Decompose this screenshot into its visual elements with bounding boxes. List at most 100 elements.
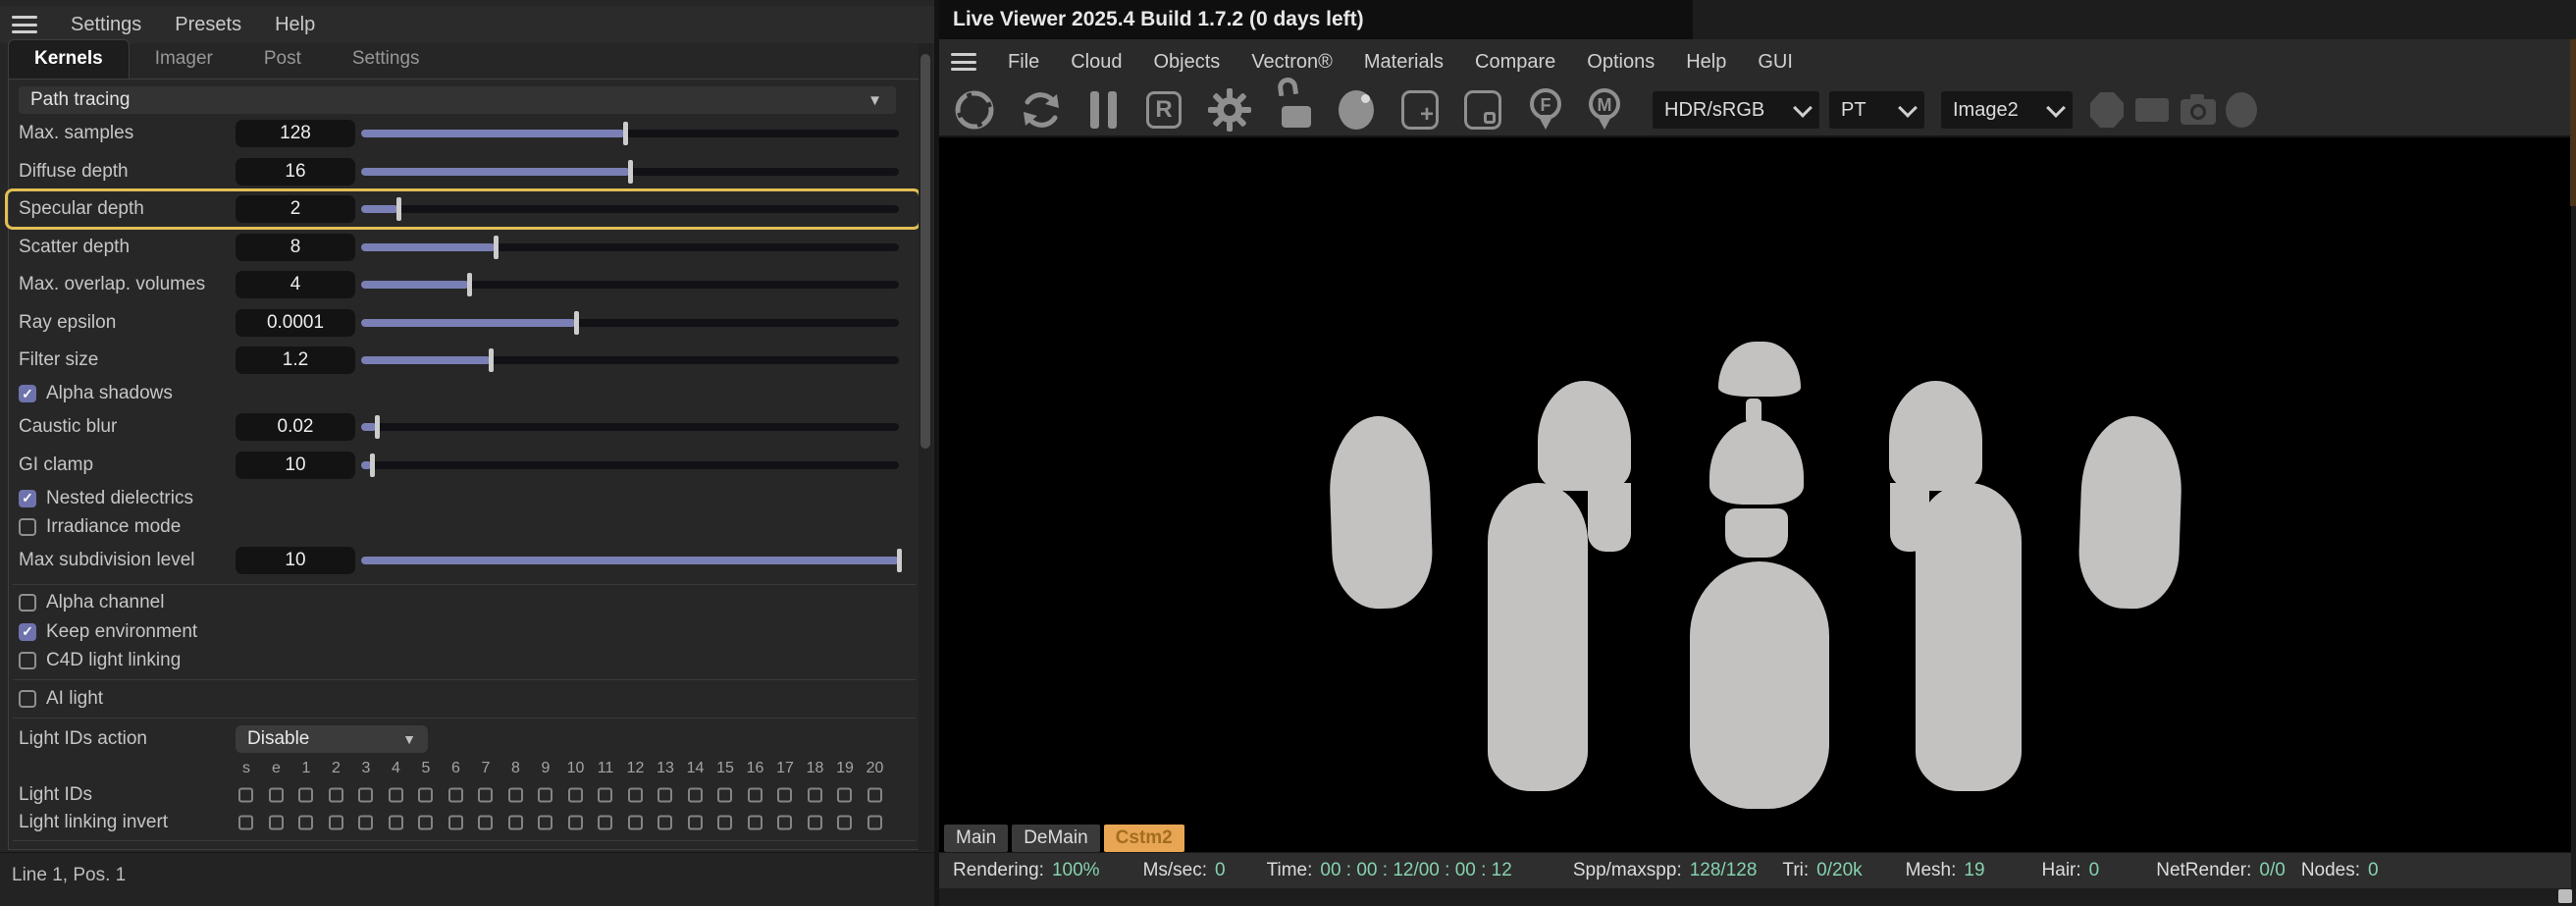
checkbox-light-linking-invert-8[interactable] bbox=[507, 815, 523, 829]
checkbox-c4d-light-linking[interactable] bbox=[19, 652, 36, 670]
checkbox-light-linking-invert-20[interactable] bbox=[867, 815, 882, 829]
param-value-field[interactable]: 8 bbox=[236, 233, 355, 261]
param-value-field[interactable]: 0.02 bbox=[236, 413, 355, 442]
checkbox-light-ids-7[interactable] bbox=[478, 787, 493, 802]
slider-handle[interactable] bbox=[396, 197, 402, 222]
checkbox-light-linking-invert-6[interactable] bbox=[447, 815, 463, 829]
checkbox-light-ids-11[interactable] bbox=[598, 787, 612, 802]
param-slider[interactable] bbox=[361, 549, 902, 573]
checkbox-light-ids-18[interactable] bbox=[807, 787, 822, 802]
checkbox-light-linking-invert-12[interactable] bbox=[627, 815, 643, 829]
tab-imager[interactable]: Imager bbox=[130, 40, 238, 79]
checkbox-light-linking-invert-18[interactable] bbox=[807, 815, 822, 829]
param-slider[interactable] bbox=[361, 273, 899, 297]
viewer-menu-options[interactable]: Options bbox=[1587, 51, 1655, 74]
tab-kernels[interactable]: Kernels bbox=[8, 39, 130, 79]
slider-handle[interactable] bbox=[466, 273, 472, 297]
octane-logo-icon[interactable] bbox=[953, 88, 996, 132]
hamburger-menu-icon[interactable] bbox=[951, 53, 976, 71]
param-slider[interactable] bbox=[361, 348, 899, 373]
checkbox-light-ids-15[interactable] bbox=[717, 787, 732, 802]
checkbox-light-linking-invert-14[interactable] bbox=[687, 815, 703, 829]
material-picker-icon[interactable]: M bbox=[1584, 86, 1625, 133]
checkbox-light-ids-6[interactable] bbox=[447, 787, 463, 802]
viewer-menu-file[interactable]: File bbox=[1008, 51, 1039, 74]
param-value-field[interactable]: 128 bbox=[236, 120, 355, 148]
checkbox-light-ids-s[interactable] bbox=[238, 787, 253, 802]
checkbox-light-linking-invert-15[interactable] bbox=[717, 815, 732, 829]
panel-scrollbar[interactable] bbox=[919, 43, 932, 850]
checkbox-light-ids-2[interactable] bbox=[328, 787, 343, 802]
menu-presets[interactable]: Presets bbox=[175, 14, 241, 36]
mesh-octagon-icon[interactable] bbox=[2088, 90, 2126, 130]
checkbox-light-linking-invert-17[interactable] bbox=[777, 815, 792, 829]
param-value-field[interactable]: 10 bbox=[236, 451, 355, 479]
rendered-image[interactable] bbox=[939, 137, 2571, 852]
hamburger-menu-icon[interactable] bbox=[12, 16, 37, 33]
checkbox-light-ids-13[interactable] bbox=[657, 787, 672, 802]
checkbox-light-ids-8[interactable] bbox=[507, 787, 523, 802]
checkbox-nested-dielectrics[interactable]: ✓ bbox=[19, 489, 36, 507]
checkbox-light-linking-invert-19[interactable] bbox=[837, 815, 852, 829]
checkbox-alpha-channel[interactable] bbox=[19, 594, 36, 613]
checkbox-light-ids-10[interactable] bbox=[567, 787, 583, 802]
checkbox-light-ids-19[interactable] bbox=[837, 787, 852, 802]
live-viewer-title-tab[interactable]: Live Viewer 2025.4 Build 1.7.2 (0 days l… bbox=[939, 0, 1693, 39]
render-pass-tab-main[interactable]: Main bbox=[944, 825, 1009, 852]
scrollbar-thumb[interactable] bbox=[920, 54, 930, 449]
checkbox-light-linking-invert-2[interactable] bbox=[328, 815, 343, 829]
param-slider[interactable] bbox=[361, 159, 899, 184]
checkbox-light-linking-invert-13[interactable] bbox=[657, 815, 672, 829]
checkbox-alpha-shadows[interactable]: ✓ bbox=[19, 385, 36, 403]
checkbox-light-ids-9[interactable] bbox=[538, 787, 552, 802]
slider-handle[interactable] bbox=[574, 310, 580, 335]
checkbox-light-ids-5[interactable] bbox=[418, 787, 433, 802]
checkbox-light-linking-invert-1[interactable] bbox=[298, 815, 313, 829]
slider-handle[interactable] bbox=[622, 122, 628, 146]
tab-settings[interactable]: Settings bbox=[327, 40, 446, 79]
viewer-menu-materials[interactable]: Materials bbox=[1364, 51, 1444, 74]
checkbox-light-linking-invert-11[interactable] bbox=[598, 815, 612, 829]
pause-icon[interactable] bbox=[1090, 91, 1117, 129]
menu-settings[interactable]: Settings bbox=[71, 14, 141, 36]
checkbox-light-ids-12[interactable] bbox=[627, 787, 643, 802]
material-ball-icon[interactable] bbox=[1339, 90, 1374, 130]
checkbox-light-ids-1[interactable] bbox=[298, 787, 313, 802]
slider-handle[interactable] bbox=[494, 235, 499, 259]
viewer-menu-cloud[interactable]: Cloud bbox=[1071, 51, 1122, 74]
refresh-icon[interactable] bbox=[1018, 86, 1065, 133]
checkbox-light-linking-invert-10[interactable] bbox=[567, 815, 583, 829]
tab-post[interactable]: Post bbox=[238, 40, 327, 79]
checkbox-light-linking-invert-5[interactable] bbox=[418, 815, 433, 829]
sphere-icon[interactable] bbox=[2226, 92, 2257, 128]
param-slider[interactable] bbox=[361, 235, 899, 259]
checkbox-light-ids-3[interactable] bbox=[358, 787, 373, 802]
checkbox-light-ids-4[interactable] bbox=[388, 787, 403, 802]
kernel-type-dropdown[interactable]: Path tracing ▼ bbox=[19, 86, 896, 114]
param-slider[interactable] bbox=[361, 122, 899, 146]
param-slider[interactable] bbox=[361, 197, 899, 222]
slider-handle[interactable] bbox=[369, 453, 375, 477]
param-value-field[interactable]: 4 bbox=[236, 271, 355, 299]
param-slider[interactable] bbox=[361, 310, 899, 335]
param-value-field[interactable]: 10 bbox=[236, 547, 355, 575]
restart-render-icon[interactable]: R bbox=[1146, 91, 1182, 129]
focus-picker-icon[interactable]: F bbox=[1525, 86, 1566, 133]
checkbox-keep-environment[interactable]: ✓ bbox=[19, 622, 36, 641]
param-value-field[interactable]: 0.0001 bbox=[236, 308, 355, 337]
camera-icon[interactable] bbox=[2179, 91, 2218, 129]
lock-resolution-icon[interactable] bbox=[1276, 76, 1311, 128]
checkbox-light-linking-invert-16[interactable] bbox=[747, 815, 762, 829]
add-picker-icon[interactable]: + bbox=[1401, 90, 1439, 130]
param-value-field[interactable]: 2 bbox=[236, 195, 355, 224]
viewer-menu-objects[interactable]: Objects bbox=[1154, 51, 1221, 74]
colorspace-dropdown[interactable]: HDR/sRGB bbox=[1653, 91, 1819, 129]
kernel-mode-dropdown[interactable]: PT bbox=[1829, 91, 1924, 129]
checkbox-light-linking-invert-s[interactable] bbox=[238, 815, 253, 829]
render-pass-tab-cstm2[interactable]: Cstm2 bbox=[1103, 825, 1184, 852]
checkbox-ai-light[interactable] bbox=[19, 689, 36, 708]
checkbox-light-ids-14[interactable] bbox=[687, 787, 703, 802]
checkbox-irradiance-mode[interactable] bbox=[19, 518, 36, 537]
viewer-menu-compare[interactable]: Compare bbox=[1475, 51, 1555, 74]
viewer-menu-help[interactable]: Help bbox=[1686, 51, 1726, 74]
